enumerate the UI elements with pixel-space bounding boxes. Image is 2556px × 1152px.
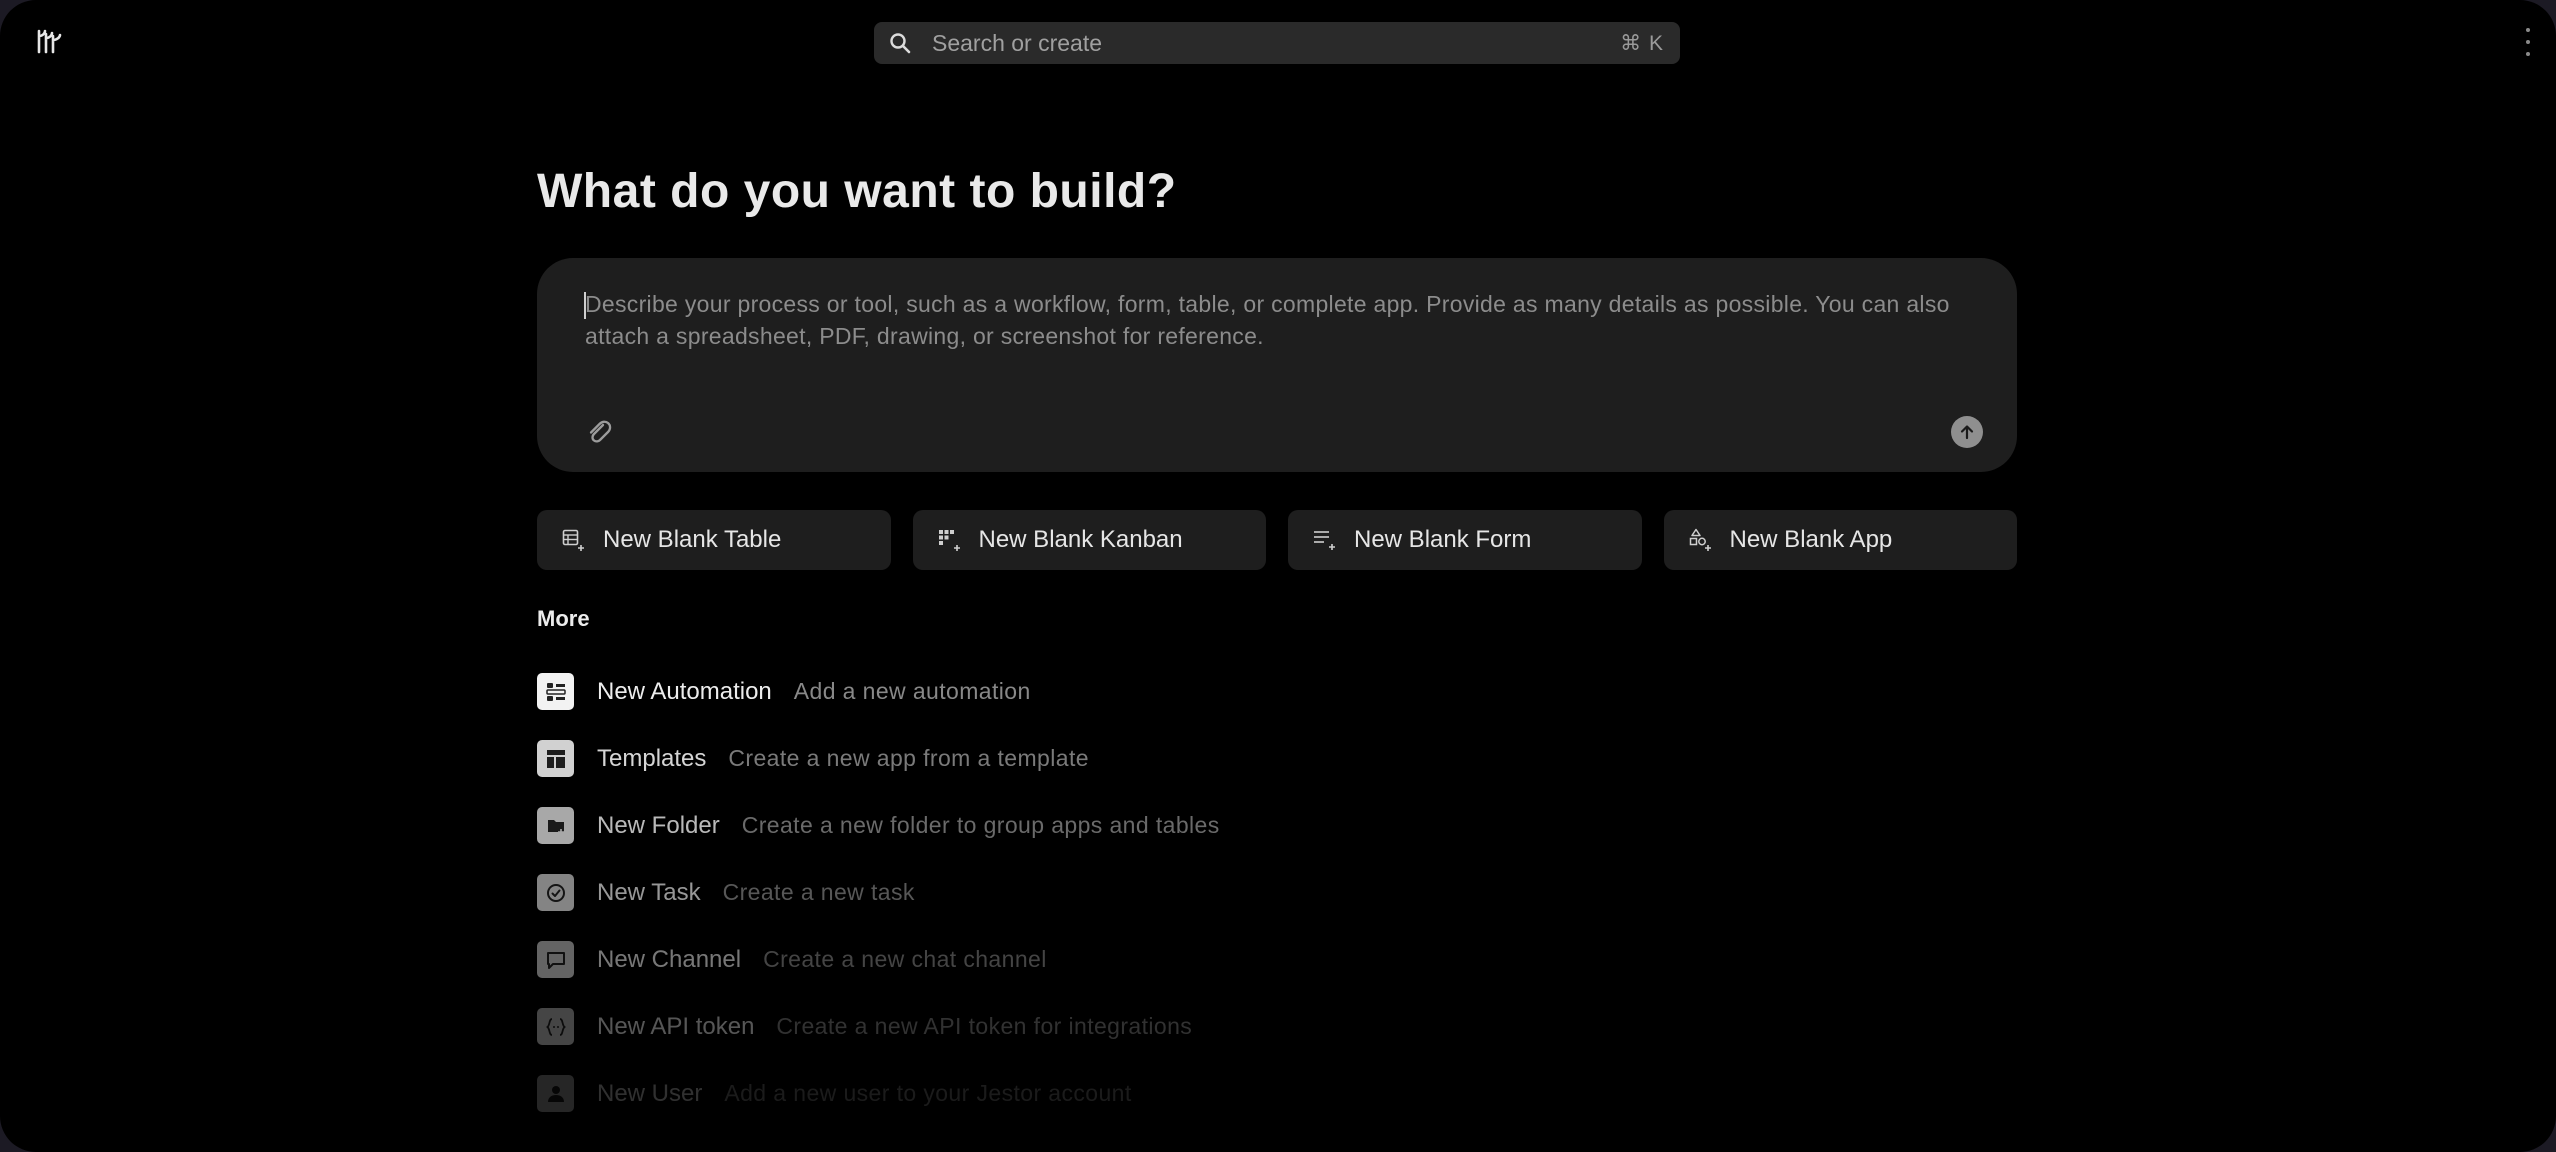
quick-actions: New Blank Table New Blank Kanban New Bla… (537, 510, 2017, 570)
app-shapes-plus-icon (1689, 528, 1711, 551)
more-item-label: Templates (597, 745, 707, 772)
api-braces-icon (537, 1008, 574, 1045)
more-item-label: New Task (597, 879, 701, 906)
more-item-label: New Folder (597, 812, 720, 839)
more-item-new-automation[interactable]: New Automation Add a new automation (537, 673, 1220, 740)
folder-icon (537, 807, 574, 844)
new-blank-kanban-button[interactable]: New Blank Kanban (912, 510, 1266, 570)
more-item-new-channel[interactable]: New Channel Create a new chat channel (537, 941, 1220, 1008)
more-list: New Automation Add a new automation Temp… (537, 673, 1220, 1142)
chat-bubble-icon (537, 941, 574, 978)
search-icon (890, 33, 911, 54)
more-vertical-icon[interactable] (2524, 28, 2532, 56)
table-plus-icon (562, 529, 584, 551)
more-item-description: Add a new user to your Jestor account (724, 1080, 1132, 1106)
new-blank-table-button[interactable]: New Blank Table (537, 510, 891, 570)
page-title: What do you want to build? (537, 165, 1177, 218)
more-item-label: New Channel (597, 946, 742, 973)
tadabase-logo-icon[interactable] (36, 27, 64, 55)
form-plus-icon (1314, 531, 1335, 550)
search-bar[interactable]: Search or create ⌘ K (874, 22, 1680, 64)
automation-icon (537, 673, 574, 710)
quick-action-label: New Blank Kanban (978, 526, 1183, 553)
quick-action-label: New Blank Form (1354, 526, 1532, 553)
quick-action-label: New Blank App (1729, 526, 1893, 553)
more-item-description: Create a new folder to group apps and ta… (741, 812, 1220, 838)
more-section-title: More (537, 606, 590, 631)
kanban-plus-icon (938, 530, 960, 551)
template-layout-icon (537, 740, 574, 777)
more-item-label: New User (597, 1080, 703, 1107)
search-placeholder: Search or create (932, 29, 1103, 56)
more-item-description: Create a new API token for integrations (776, 1013, 1193, 1039)
more-item-description: Add a new automation (793, 678, 1031, 704)
send-button[interactable] (1951, 416, 1983, 448)
user-icon (537, 1075, 574, 1112)
app-window: Search or create ⌘ K What do you want to… (0, 0, 2556, 1152)
more-item-new-folder[interactable]: New Folder Create a new folder to group … (537, 807, 1220, 874)
paperclip-icon[interactable] (583, 416, 615, 448)
more-item-label: New Automation (597, 678, 772, 705)
prompt-box[interactable]: Describe your process or tool, such as a… (537, 258, 2017, 472)
check-circle-icon (537, 874, 574, 911)
more-item-description: Create a new task (722, 879, 915, 905)
more-item-new-user[interactable]: New User Add a new user to your Jestor a… (537, 1075, 1220, 1142)
more-item-description: Create a new chat channel (763, 946, 1047, 972)
more-item-new-api-token[interactable]: New API token Create a new API token for… (537, 1008, 1220, 1075)
new-blank-app-button[interactable]: New Blank App (1663, 510, 2017, 570)
new-blank-form-button[interactable]: New Blank Form (1288, 510, 1642, 570)
more-item-label: New API token (597, 1013, 755, 1040)
more-item-new-task[interactable]: New Task Create a new task (537, 874, 1220, 941)
arrow-up-icon (1960, 425, 1974, 440)
quick-action-label: New Blank Table (603, 526, 782, 553)
more-item-templates[interactable]: Templates Create a new app from a templa… (537, 740, 1220, 807)
prompt-input[interactable]: Describe your process or tool, such as a… (585, 288, 1975, 352)
search-shortcut-hint: ⌘ K (1620, 31, 1664, 55)
more-item-description: Create a new app from a template (728, 745, 1089, 771)
